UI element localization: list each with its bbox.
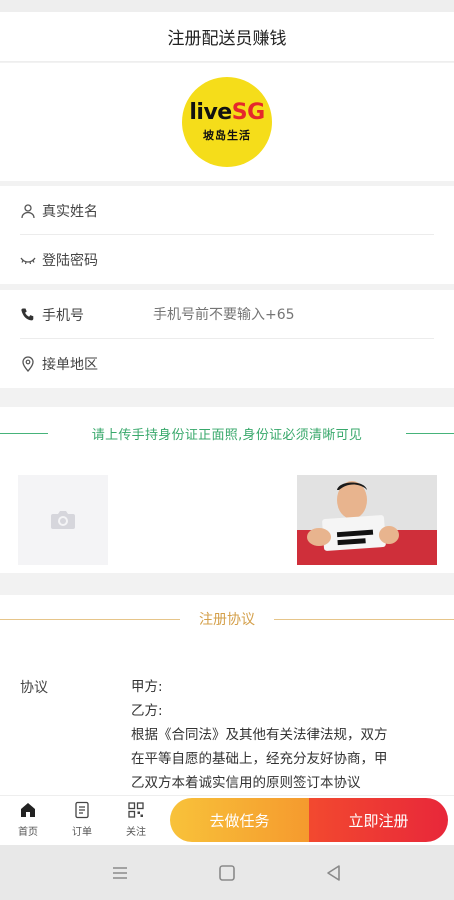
livesg-logo: liveSG 坡岛生活 bbox=[182, 77, 272, 167]
register-now-button[interactable]: 立即注册 bbox=[309, 798, 448, 842]
eye-closed-icon bbox=[20, 257, 36, 264]
region-label: 接单地区 bbox=[42, 356, 98, 373]
upload-photo-button[interactable] bbox=[18, 475, 108, 565]
party-b: 乙方: bbox=[131, 703, 163, 719]
upload-title: 请上传手持身份证正面照,身份证必须清晰可见 bbox=[0, 423, 454, 443]
real-name-label: 真实姓名 bbox=[42, 203, 98, 220]
title-line-left bbox=[0, 619, 180, 620]
id-upload-section: 请上传手持身份证正面照,身份证必须清晰可见 bbox=[0, 407, 454, 573]
phone-input[interactable] bbox=[153, 306, 433, 323]
agreement-label: 协议 bbox=[20, 680, 48, 696]
location-pin-icon bbox=[22, 355, 34, 372]
agreement-body-line: 根据《合同法》及其他有关法律法规，双方 bbox=[131, 727, 388, 743]
party-a: 甲方: bbox=[131, 679, 163, 695]
contact-section: 手机号 接单地区 bbox=[0, 290, 454, 388]
agreement-body-line: 乙双方本着诚实信用的原则签订本协议 bbox=[131, 775, 361, 791]
real-name-field[interactable]: 真实姓名 bbox=[0, 186, 454, 235]
password-label: 登陆密码 bbox=[42, 252, 98, 269]
bottom-tab-bar: 首页 订单 关注 去做任务 立即注册 bbox=[0, 795, 454, 845]
region-field[interactable]: 接单地区 bbox=[0, 339, 454, 388]
tab-follow[interactable]: 关注 bbox=[116, 801, 156, 838]
do-task-button[interactable]: 去做任务 bbox=[170, 798, 309, 842]
home-icon bbox=[21, 803, 35, 817]
page-title: 注册配送员赚钱 bbox=[167, 29, 287, 49]
title-line-left bbox=[0, 433, 48, 434]
tab-orders-label: 订单 bbox=[72, 827, 92, 838]
agreement-title: 注册协议 bbox=[0, 609, 454, 629]
phone-icon bbox=[21, 308, 34, 320]
logo-brand: liveSG bbox=[189, 100, 265, 125]
page-header: 注册配送员赚钱 bbox=[0, 12, 454, 62]
upload-instruction: 请上传手持身份证正面照,身份证必须清晰可见 bbox=[91, 427, 363, 443]
agreement-content: 甲方: 乙方: 根据《合同法》及其他有关法律法规，双方 在平等自愿的基础上，经充… bbox=[131, 675, 436, 795]
password-field[interactable]: 登陆密码 bbox=[0, 235, 454, 284]
agreement-section: 注册协议 协议 甲方: 乙方: 根据《合同法》及其他有关法律法规，双方 在平等自… bbox=[0, 595, 454, 795]
logo-brand-live: live bbox=[189, 100, 232, 125]
tab-home[interactable]: 首页 bbox=[8, 801, 48, 838]
action-buttons: 去做任务 立即注册 bbox=[170, 798, 448, 842]
status-bar bbox=[0, 0, 454, 12]
tab-home-label: 首页 bbox=[18, 827, 38, 838]
system-nav-bar bbox=[0, 845, 454, 900]
sample-photo-illustration bbox=[297, 475, 437, 565]
logo-area: liveSG 坡岛生活 bbox=[0, 63, 454, 181]
agreement-heading: 注册协议 bbox=[199, 612, 255, 628]
tab-follow-label: 关注 bbox=[126, 827, 146, 838]
tab-orders[interactable]: 订单 bbox=[62, 801, 102, 838]
account-section: 真实姓名 登陆密码 bbox=[0, 186, 454, 284]
logo-subtitle: 坡岛生活 bbox=[203, 129, 251, 142]
user-icon bbox=[21, 203, 35, 218]
home-square-icon[interactable] bbox=[217, 863, 237, 883]
phone-label: 手机号 bbox=[42, 307, 84, 324]
back-icon[interactable] bbox=[324, 863, 344, 883]
title-line-right bbox=[274, 619, 454, 620]
menu-icon[interactable] bbox=[110, 863, 130, 883]
camera-icon bbox=[51, 511, 75, 529]
agreement-body-line: 在平等自愿的基础上，经充分友好协商，甲 bbox=[131, 751, 388, 767]
logo-brand-sg: SG bbox=[231, 100, 265, 125]
phone-field: 手机号 bbox=[0, 290, 454, 339]
qr-icon bbox=[128, 802, 144, 818]
sample-id-photo bbox=[297, 475, 437, 565]
title-line-right bbox=[406, 433, 454, 434]
order-icon bbox=[75, 801, 89, 819]
